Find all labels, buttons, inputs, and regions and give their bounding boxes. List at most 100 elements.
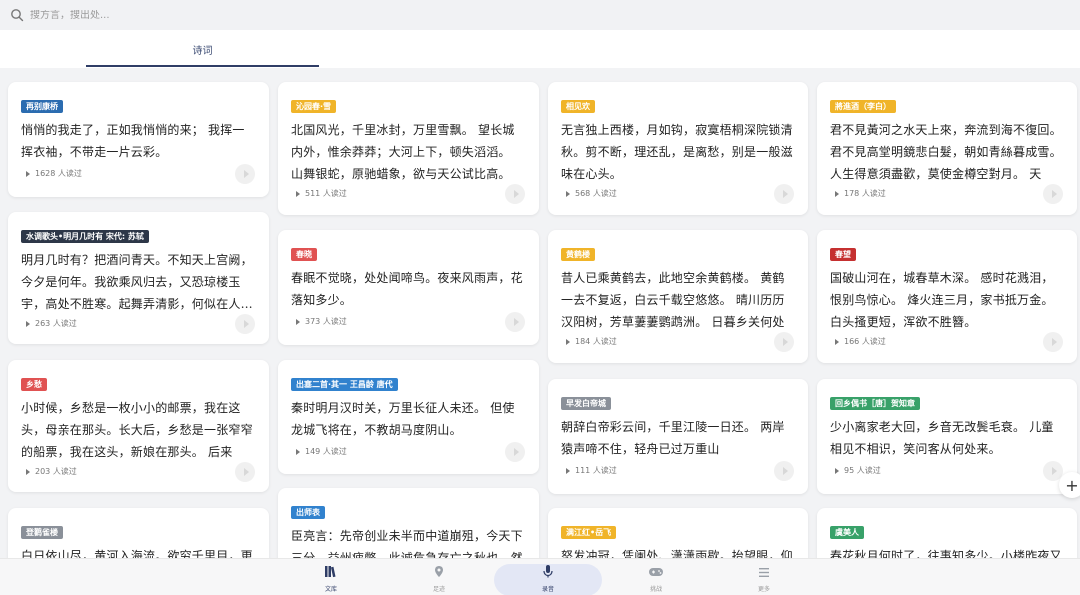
poem-card[interactable]: 乡愁 小时候，乡愁是一枚小小的邮票，我在这头，母亲在那头。长大后，乡愁是一张窄窄… — [8, 360, 269, 492]
read-count: 166 人读过 — [835, 336, 886, 347]
poem-card[interactable]: 虞美人 春花秋月何时了，往事知多少。小楼昨夜又 — [817, 508, 1077, 558]
add-button[interactable]: + — [1059, 472, 1080, 498]
nav-label: 挑战 — [649, 585, 662, 593]
play-button[interactable] — [505, 184, 525, 204]
play-icon — [243, 320, 249, 328]
mic-icon — [542, 563, 554, 582]
poem-excerpt: 怒发冲冠，凭阑处、潇潇雨歇。抬望眼，仰 — [561, 549, 793, 558]
play-button[interactable] — [1043, 332, 1063, 352]
poem-tag: 早发白帝城 — [561, 397, 611, 410]
poem-tag: 出塞二首·其一 王昌龄 唐代 — [291, 378, 398, 391]
poem-excerpt: 白日依山尽，黄河入海流。欲穷千里目，更 — [21, 549, 253, 558]
bottom-nav: 文库 足迹 录音 挑战 更多 — [0, 558, 1080, 595]
play-mini-icon — [835, 190, 839, 197]
play-mini-icon — [296, 318, 300, 325]
read-count: 373 人读过 — [296, 316, 347, 327]
tab-underline — [86, 65, 319, 67]
nav-label: 录音 — [541, 585, 554, 593]
read-count: 511 人读过 — [296, 188, 347, 199]
play-mini-icon — [26, 320, 30, 327]
nav-more[interactable]: 更多 — [734, 559, 794, 595]
play-icon — [1051, 338, 1057, 346]
poem-excerpt: 春花秋月何时了，往事知多少。小楼昨夜又 — [830, 549, 1062, 558]
poem-tag: 春望 — [830, 248, 856, 261]
library-icon — [324, 563, 338, 582]
poem-card[interactable]: 春望 国破山河在，城春草木深。 感时花溅泪，恨别鸟惊心。 烽火连三月，家书抵万金… — [817, 230, 1077, 363]
play-button[interactable] — [774, 332, 794, 352]
poem-card[interactable]: 满江红•岳飞 怒发冲冠，凭阑处、潇潇雨歇。抬望眼，仰 — [548, 508, 808, 558]
read-count: 263 人读过 — [26, 318, 77, 329]
poem-card[interactable]: 水调歌头•明月几时有 宋代: 苏轼 明月几时有？把酒问青天。不知天上宫阙，今夕是… — [8, 212, 269, 344]
play-button[interactable] — [1043, 184, 1063, 204]
play-mini-icon — [26, 170, 30, 177]
poem-card[interactable]: 出塞二首·其一 王昌龄 唐代 秦时明月汉时关，万里长征人未还。 但使龙城飞将在，… — [278, 360, 539, 474]
poem-tag: 相见欢 — [561, 100, 595, 113]
play-button[interactable] — [235, 462, 255, 482]
play-mini-icon — [26, 468, 30, 475]
play-button[interactable] — [505, 442, 525, 462]
nav-record[interactable]: 录音 — [518, 559, 578, 595]
search-input[interactable] — [30, 9, 430, 21]
poem-tag: 出师表 — [291, 506, 325, 519]
nav-library[interactable]: 文库 — [301, 559, 361, 595]
play-icon — [243, 170, 249, 178]
poem-excerpt: 君不見黃河之水天上來，奔流到海不復回。君不見高堂明鏡悲白髮，朝如青絲暮成雪。人生… — [830, 123, 1062, 181]
poem-tag: 乡愁 — [21, 378, 47, 391]
play-icon — [1051, 190, 1057, 198]
nav-label: 更多 — [757, 585, 770, 593]
nav-challenge[interactable]: 挑战 — [626, 559, 686, 595]
read-count: 568 人读过 — [566, 188, 617, 199]
poem-card[interactable]: 沁园春·雪 北国风光，千里冰封，万里雪飘。 望长城内外，惟余莽莽；大河上下，顿失… — [278, 82, 539, 215]
poem-excerpt: 国破山河在，城春草木深。 感时花溅泪，恨别鸟惊心。 烽火连三月，家书抵万金。 白… — [830, 271, 1054, 329]
search-icon — [10, 8, 24, 22]
poem-tag: 登鹳雀楼 — [21, 526, 63, 539]
nav-footprints[interactable]: 足迹 — [409, 559, 469, 595]
poem-card[interactable]: 早发白帝城 朝辞白帝彩云间，千里江陵一日还。 两岸猿声啼不住，轻舟已过万重山 1… — [548, 379, 808, 494]
play-button[interactable] — [505, 312, 525, 332]
play-mini-icon — [566, 338, 570, 345]
poem-excerpt: 臣亮言：先帝创业未半而中道崩殂，今天下三分，益州疲弊，此诚危急存亡之秋也。然 — [291, 529, 523, 558]
poem-tag: 虞美人 — [830, 526, 864, 539]
poem-tag: 回乡偶书［唐］贺知章 — [830, 397, 920, 410]
poem-tag: 黄鹤楼 — [561, 248, 595, 261]
plus-icon: + — [1065, 475, 1079, 495]
play-icon — [513, 190, 519, 198]
tab-poems[interactable]: 诗词 — [86, 30, 319, 68]
read-count: 111 人读过 — [566, 465, 617, 476]
play-icon — [782, 190, 788, 198]
poem-tag: 將進酒（李白） — [830, 100, 896, 113]
poem-card[interactable]: 春晓 春眠不觉晓，处处闻啼鸟。夜来风雨声，花落知多少。 373 人读过 — [278, 230, 539, 345]
poem-card[interactable]: 再别康桥 悄悄的我走了，正如我悄悄的来； 我挥一挥衣袖，不带走一片云彩。 162… — [8, 82, 269, 197]
nav-label: 文库 — [324, 585, 337, 593]
search-bar[interactable] — [0, 0, 1080, 30]
poem-card[interactable]: 將進酒（李白） 君不見黃河之水天上來，奔流到海不復回。君不見高堂明鏡悲白髮，朝如… — [817, 82, 1077, 215]
poem-card[interactable]: 相见欢 无言独上西楼，月如钩，寂寞梧桐深院锁清秋。剪不断，理还乱，是离愁，别是一… — [548, 82, 808, 215]
read-count: 95 人读过 — [835, 465, 881, 476]
read-count: 1628 人读过 — [26, 168, 82, 179]
play-button[interactable] — [235, 314, 255, 334]
poem-card[interactable]: 黄鹤楼 昔人已乘黄鹤去，此地空余黄鹤楼。 黄鹤一去不复返，白云千载空悠悠。 晴川… — [548, 230, 808, 363]
poem-excerpt: 春眠不觉晓，处处闻啼鸟。夜来风雨声，花落知多少。 — [291, 271, 523, 307]
poem-excerpt: 朝辞白帝彩云间，千里江陵一日还。 两岸猿声啼不住，轻舟已过万重山 — [561, 420, 785, 456]
poem-excerpt: 少小离家老大回，乡音无改鬓毛衰。 儿童相见不相识，笑问客从何处来。 — [830, 420, 1054, 456]
read-count: 149 人读过 — [296, 446, 347, 457]
nav-label: 足迹 — [432, 585, 445, 593]
poem-card[interactable]: 出师表 臣亮言：先帝创业未半而中道崩殂，今天下三分，益州疲弊，此诚危急存亡之秋也… — [278, 488, 539, 558]
poem-tag: 水调歌头•明月几时有 宋代: 苏轼 — [21, 230, 149, 243]
poem-excerpt: 悄悄的我走了，正如我悄悄的来； 我挥一挥衣袖，不带走一片云彩。 — [21, 123, 245, 159]
play-mini-icon — [835, 467, 839, 474]
poem-card[interactable]: 登鹳雀楼 白日依山尽，黄河入海流。欲穷千里目，更 — [8, 508, 269, 558]
poem-excerpt: 明月几时有？把酒问青天。不知天上宫阙，今夕是何年。我欲乘风归去，又恐琼楼玉宇，高… — [21, 253, 253, 311]
play-icon — [782, 467, 788, 475]
poem-tag: 满江红•岳飞 — [561, 526, 617, 539]
read-count: 203 人读过 — [26, 466, 77, 477]
read-count: 184 人读过 — [566, 336, 617, 347]
play-button[interactable] — [235, 164, 255, 184]
play-button[interactable] — [774, 461, 794, 481]
play-mini-icon — [296, 190, 300, 197]
poem-card[interactable]: 回乡偶书［唐］贺知章 少小离家老大回，乡音无改鬓毛衰。 儿童相见不相识，笑问客从… — [817, 379, 1077, 494]
play-button[interactable] — [774, 184, 794, 204]
poem-tag: 春晓 — [291, 248, 317, 261]
play-mini-icon — [835, 338, 839, 345]
play-icon — [513, 448, 519, 456]
